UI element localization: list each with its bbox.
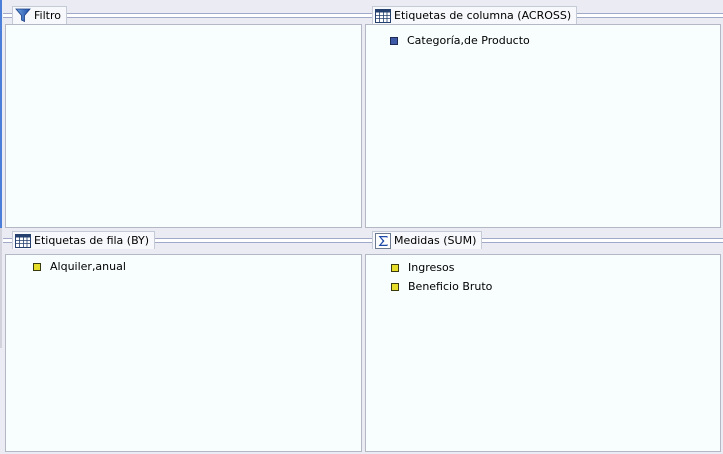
measures-pane-tab[interactable]: Medidas (SUM) — [372, 231, 483, 249]
columns-pane: Etiquetas de columna (ACROSS) Categoría,… — [363, 5, 723, 228]
rows-pane-header: Etiquetas de fila (BY) — [3, 230, 364, 249]
measure-bullet-icon — [391, 263, 399, 272]
list-item-label: Ingresos — [408, 261, 455, 274]
measures-pane-title: Medidas (SUM) — [394, 234, 477, 247]
grid-icon — [375, 8, 391, 23]
splitter-edge-lower — [0, 228, 2, 348]
filter-pane-title: Filtro — [34, 9, 61, 22]
rows-pane-tab[interactable]: Etiquetas de fila (BY) — [12, 231, 156, 249]
filter-pane-header: Filtro — [3, 5, 364, 24]
query-panels: Filtro Etiquetas de columna (ACROSS) Cat… — [0, 0, 723, 454]
rows-pane: Etiquetas de fila (BY) Alquiler,anual — [3, 230, 364, 452]
list-item-label: Categoría,de Producto — [407, 34, 530, 47]
list-item[interactable]: Alquiler,anual — [33, 260, 126, 273]
measures-pane-header: Medidas (SUM) — [363, 230, 723, 249]
list-item-label: Alquiler,anual — [50, 260, 126, 273]
grid-icon — [15, 233, 31, 248]
filter-pane: Filtro — [3, 5, 364, 228]
rows-drop-area[interactable]: Alquiler,anual — [5, 254, 362, 452]
columns-drop-area[interactable]: Categoría,de Producto — [365, 24, 721, 228]
measures-pane: Medidas (SUM) Ingresos Beneficio Bruto — [363, 230, 723, 452]
list-item-label: Beneficio Bruto — [408, 280, 493, 293]
columns-pane-tab[interactable]: Etiquetas de columna (ACROSS) — [372, 6, 578, 24]
sigma-icon — [375, 232, 391, 249]
filter-pane-tab[interactable]: Filtro — [12, 6, 67, 24]
measure-bullet-icon — [391, 282, 399, 291]
field-bullet-icon — [33, 262, 41, 271]
list-item[interactable]: Categoría,de Producto — [390, 34, 530, 47]
funnel-icon — [15, 8, 31, 23]
columns-pane-title: Etiquetas de columna (ACROSS) — [394, 9, 572, 22]
filter-drop-area[interactable] — [5, 24, 362, 228]
list-item[interactable]: Ingresos — [391, 261, 454, 274]
splitter-edge[interactable] — [0, 0, 2, 228]
list-item[interactable]: Beneficio Bruto — [391, 280, 492, 293]
dimension-bullet-icon — [390, 36, 398, 45]
rows-pane-title: Etiquetas de fila (BY) — [34, 234, 150, 247]
columns-pane-header: Etiquetas de columna (ACROSS) — [363, 5, 723, 24]
measures-drop-area[interactable]: Ingresos Beneficio Bruto — [365, 254, 721, 452]
